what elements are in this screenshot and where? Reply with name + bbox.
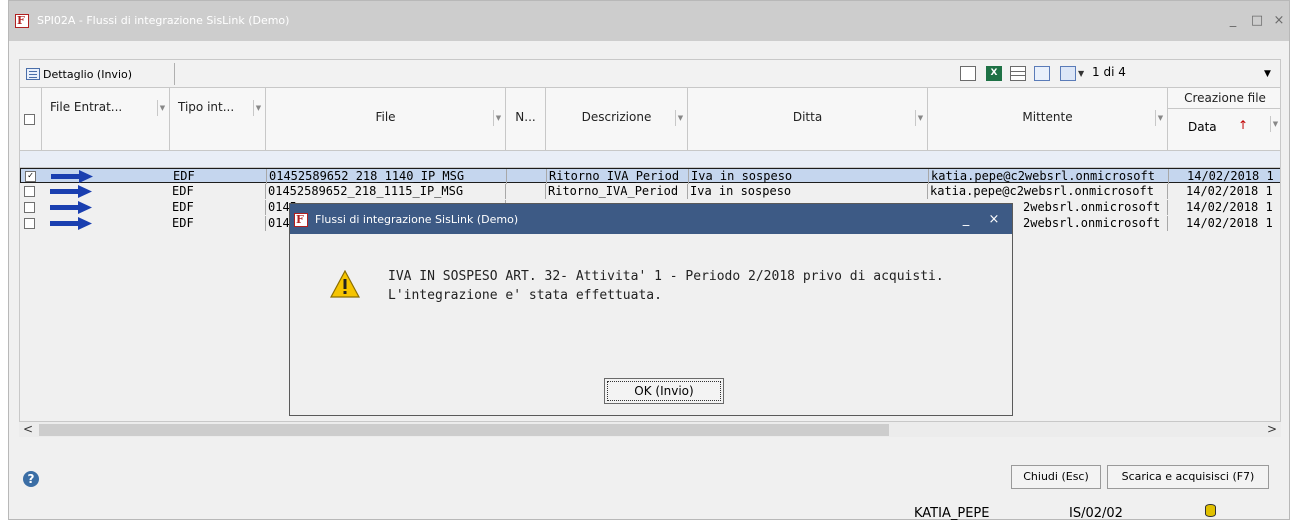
- scrollbar-thumb[interactable]: [39, 424, 889, 436]
- table-row[interactable]: ✓ EDF 01452589652_218_1140_IP_MSG Ritorn…: [20, 168, 1280, 184]
- arrow-right-icon: [50, 201, 92, 214]
- header-mittente[interactable]: Mittente ▼: [928, 88, 1168, 150]
- cell-mittente: katia.pepe@c2websrl.onmicrosoft: [928, 184, 1168, 199]
- cell-n: [506, 184, 546, 199]
- minimize-button[interactable]: _: [1223, 13, 1243, 29]
- filter-icon[interactable]: ▼: [157, 100, 167, 116]
- cell-data: 14/02/2018 1: [1187, 169, 1274, 183]
- scroll-left-icon[interactable]: <: [23, 422, 33, 436]
- maximize-button[interactable]: □: [1247, 13, 1267, 29]
- cell-data: 14/02/2018 1: [1186, 216, 1273, 230]
- row-checkbox[interactable]: [24, 218, 35, 229]
- warning-icon: [330, 270, 360, 298]
- arrow-right-icon: [51, 170, 93, 183]
- window-title: SPI02A - Flussi di integrazione SisLink …: [37, 14, 290, 27]
- export-icon[interactable]: [1034, 66, 1050, 81]
- header-file-entrata[interactable]: File Entrat... ▼: [42, 88, 170, 150]
- close-window-button[interactable]: ×: [1269, 13, 1289, 29]
- row-checkbox[interactable]: [24, 186, 35, 197]
- cell-file: 01452589652_218_1115_IP_MSG: [266, 184, 506, 199]
- filter-icon[interactable]: ▼: [1270, 116, 1280, 132]
- header-select-all[interactable]: [20, 88, 42, 150]
- row-checkbox[interactable]: [24, 202, 35, 213]
- cell-ditta: Iva in sospeso: [688, 184, 928, 199]
- header-tipo[interactable]: Tipo int... ▼: [170, 88, 266, 150]
- cell-tipo: EDF: [170, 200, 266, 215]
- detail-button[interactable]: Dettaglio (Invio): [26, 65, 132, 83]
- database-icon: [1205, 504, 1216, 517]
- download-acquire-button[interactable]: Scarica e acquisisci (F7): [1107, 465, 1269, 489]
- close-button[interactable]: Chiudi (Esc): [1011, 465, 1101, 489]
- dialog-message-line1: IVA IN SOSPESO ART. 32- Attivita' 1 - Pe…: [388, 269, 944, 284]
- filter-icon[interactable]: ▼: [493, 110, 503, 126]
- dialog-message: IVA IN SOSPESO ART. 32- Attivita' 1 - Pe…: [388, 267, 944, 305]
- header-descrizione[interactable]: Descrizione ▼: [546, 88, 688, 150]
- chevron-down-icon[interactable]: ▼: [1078, 69, 1084, 78]
- app-icon: F: [15, 14, 29, 28]
- dialog-title-bar[interactable]: F Flussi di integrazione SisLink (Demo) …: [290, 204, 1012, 234]
- sort-up-icon[interactable]: ↑: [1238, 118, 1248, 132]
- filter-icon[interactable]: ▼: [1155, 110, 1165, 126]
- dialog-close-button[interactable]: ×: [984, 212, 1004, 228]
- filter-icon[interactable]: ▼: [253, 100, 263, 116]
- pager-dropdown-icon[interactable]: ▼: [1264, 69, 1271, 79]
- header-n[interactable]: N...: [506, 88, 546, 150]
- header-data: Data: [1188, 120, 1217, 134]
- status-user: KATIA_PEPE: [914, 506, 990, 520]
- excel-icon[interactable]: X: [986, 66, 1002, 81]
- cell-file: 01452589652_218_1140_IP_MSG: [267, 169, 507, 184]
- copy-icon[interactable]: [960, 66, 976, 81]
- cell-tipo: EDF: [170, 184, 266, 199]
- header-creazione-file[interactable]: Creazione file Data ↑ ▼: [1168, 88, 1280, 150]
- horizontal-scrollbar[interactable]: < >: [19, 421, 1281, 437]
- cell-n: [507, 169, 547, 184]
- arrow-right-icon: [50, 185, 92, 198]
- dialog-minimize-button[interactable]: _: [956, 212, 976, 228]
- row-checkbox[interactable]: ✓: [25, 171, 36, 182]
- grid-icon[interactable]: [1010, 66, 1026, 81]
- scroll-right-icon[interactable]: >: [1267, 422, 1277, 436]
- pager-label: 1 di 4: [1092, 65, 1126, 79]
- ok-button[interactable]: OK (Invio): [604, 378, 724, 404]
- select-all-checkbox[interactable]: [24, 114, 35, 125]
- help-icon[interactable]: ?: [23, 471, 39, 487]
- status-code: IS/02/02: [1069, 506, 1123, 520]
- cell-data: 14/02/2018 1: [1186, 184, 1273, 198]
- columns-icon[interactable]: [1060, 66, 1076, 81]
- filter-icon[interactable]: ▼: [675, 110, 685, 126]
- dialog-title: Flussi di integrazione SisLink (Demo): [315, 213, 519, 226]
- arrow-right-icon: [50, 217, 92, 230]
- grid-toolbar: Dettaglio (Invio) X ▼ 1 di 4 ▼: [19, 59, 1281, 87]
- cell-data: 14/02/2018 1: [1186, 200, 1273, 214]
- app-icon: F: [294, 213, 308, 227]
- header-file[interactable]: File ▼: [266, 88, 506, 150]
- title-bar[interactable]: F SPI02A - Flussi di integrazione SisLin…: [9, 1, 1289, 41]
- cell-tipo: EDF: [171, 169, 267, 184]
- cell-mittente: katia.pepe@c2websrl.onmicrosoft: [929, 169, 1169, 184]
- header-ditta[interactable]: Ditta ▼: [688, 88, 928, 150]
- cell-descrizione: Ritorno_IVA_Period: [546, 184, 688, 199]
- header-divider: [1168, 108, 1280, 109]
- detail-button-label: Dettaglio (Invio): [43, 67, 133, 81]
- cell-tipo: EDF: [170, 216, 266, 231]
- filter-icon[interactable]: ▼: [915, 110, 925, 126]
- filter-row[interactable]: [20, 150, 1280, 168]
- detail-icon: [26, 68, 40, 80]
- cell-descrizione: Ritorno_IVA_Period: [547, 169, 689, 184]
- toolbar-separator: [174, 63, 175, 85]
- ok-button-label: OK (Invio): [607, 381, 721, 401]
- dialog-message-line2: L'integrazione e' stata effettuata.: [388, 288, 662, 303]
- cell-ditta: Iva in sospeso: [689, 169, 929, 184]
- table-row[interactable]: EDF 01452589652_218_1115_IP_MSG Ritorno_…: [20, 184, 1280, 199]
- message-dialog: F Flussi di integrazione SisLink (Demo) …: [289, 203, 1013, 416]
